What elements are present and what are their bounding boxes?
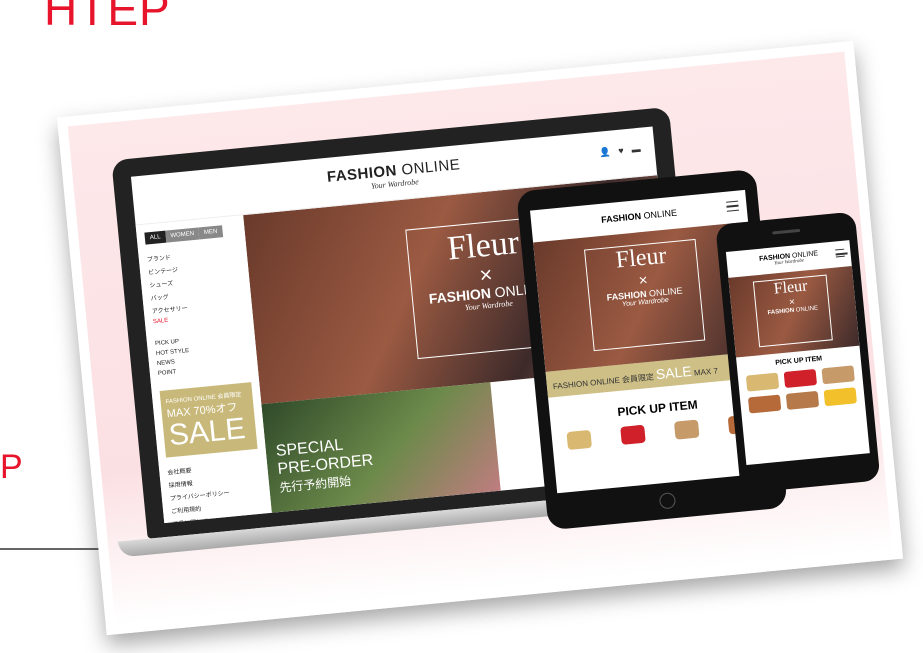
product-thumbnail[interactable] xyxy=(620,424,646,445)
corner-title: HTEP xyxy=(44,0,171,35)
phone-hero[interactable]: Fleur × FASHION ONLINE xyxy=(728,266,860,358)
phone-screen: FASHION ONLINE Your Wardrobe Fleur × FAS… xyxy=(725,240,870,466)
phone-speaker xyxy=(772,228,801,235)
sale-big: SALE xyxy=(167,411,247,453)
cart-icon[interactable]: ▬ xyxy=(631,144,641,156)
tablet-banner-max: MAX 7 xyxy=(693,366,719,378)
side-letter: P xyxy=(0,448,23,486)
product-thumbnail[interactable] xyxy=(785,390,820,410)
phone-products xyxy=(737,359,865,421)
tab-men[interactable]: MEN xyxy=(198,225,223,240)
product-thumbnail[interactable] xyxy=(821,365,855,385)
phone-device: FASHION ONLINE Your Wardrobe Fleur × FAS… xyxy=(715,211,881,494)
category-tabs: ALL WOMEN MEN xyxy=(144,224,237,245)
tab-women[interactable]: WOMEN xyxy=(164,227,200,243)
tab-all[interactable]: ALL xyxy=(144,230,167,245)
tablet-hero-frame: Fleur × FASHION ONLINE Your Wardrobe xyxy=(584,238,706,352)
promo-preorder[interactable]: SPECIAL PRE-ORDER 先行予約開始 xyxy=(261,382,504,513)
header-icons: 👤 ♥ ▬ xyxy=(599,144,641,159)
tablet-logo[interactable]: FASHION ONLINE xyxy=(601,208,678,225)
mockup-card: FASHION ONLINE Your Wardrobe 👤 ♥ ▬ ALL W… xyxy=(56,40,904,636)
favorite-icon[interactable]: ♥ xyxy=(618,145,624,156)
hamburger-menu-icon[interactable] xyxy=(726,200,739,212)
phone-hero-frame: Fleur × FASHION ONLINE xyxy=(752,274,833,348)
phone-menu-icon[interactable] xyxy=(835,248,845,258)
user-icon[interactable]: 👤 xyxy=(599,147,611,159)
product-thumbnail[interactable] xyxy=(823,387,857,407)
tablet-banner-label: FASHION ONLINE 会員限定 xyxy=(552,372,655,392)
product-thumbnail[interactable] xyxy=(747,394,782,414)
product-thumbnail[interactable] xyxy=(673,419,700,440)
home-button[interactable] xyxy=(658,492,677,510)
product-thumbnail[interactable] xyxy=(783,368,818,388)
tablet-banner-sale: SALE xyxy=(655,362,693,383)
product-thumbnail[interactable] xyxy=(566,429,593,451)
product-thumbnail[interactable] xyxy=(745,372,780,392)
sale-banner[interactable]: FASHION ONLINE 会員限定 MAX 70%オフ SALE xyxy=(159,382,258,458)
